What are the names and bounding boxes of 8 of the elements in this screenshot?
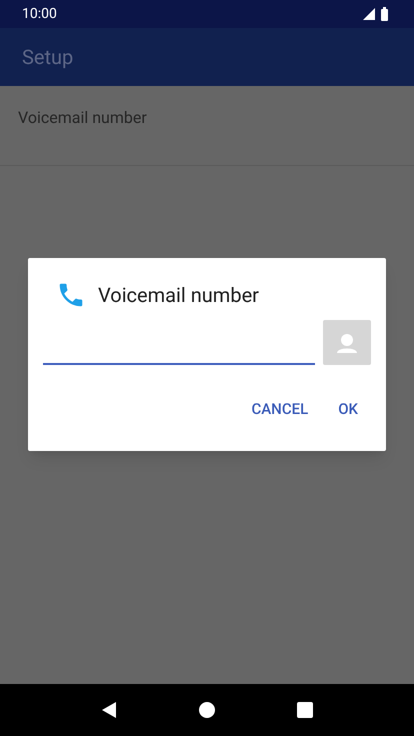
home-icon[interactable]: [199, 702, 215, 718]
app-bar-title: Setup: [22, 44, 74, 71]
person-icon: [336, 332, 358, 354]
back-icon[interactable]: [101, 701, 117, 719]
status-time: 10:00: [22, 4, 57, 24]
dialog-action-button[interactable]: CANCEL: [239, 391, 320, 427]
dialog-action-button[interactable]: OK: [326, 391, 370, 427]
dialog-title: Voicemail number: [98, 282, 259, 309]
